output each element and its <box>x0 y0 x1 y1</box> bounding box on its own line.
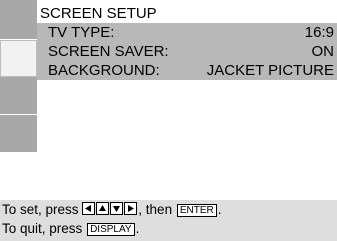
hint-set: To set, press , then ENTER. <box>2 202 222 217</box>
tab-custom-setup[interactable] <box>0 77 37 115</box>
menu-item-background[interactable]: BACKGROUND: JACKET PICTURE <box>37 61 337 80</box>
down-arrow-icon <box>110 202 124 215</box>
display-key: DISPLAY <box>87 223 135 236</box>
setup-tab-column <box>0 0 37 200</box>
hint-quit-suffix: . <box>135 221 140 236</box>
right-arrow-icon <box>124 202 138 215</box>
hint-set-suffix: . <box>217 202 222 217</box>
tab-empty <box>0 153 37 200</box>
tab-screen-setup[interactable] <box>0 40 37 77</box>
menu-item-screen-saver[interactable]: SCREEN SAVER: ON <box>37 42 337 61</box>
tab-disc-setup[interactable] <box>0 0 37 40</box>
menu-item-tv-type[interactable]: TV TYPE: 16:9 <box>37 23 337 42</box>
menu-item-value: 16:9 <box>304 24 334 41</box>
menu-item-value: ON <box>311 43 335 60</box>
hint-set-prefix: To set, press <box>2 202 79 217</box>
left-arrow-icon <box>82 202 96 215</box>
menu-item-label: SCREEN SAVER: <box>48 43 169 60</box>
tab-speaker-setup[interactable] <box>0 115 37 153</box>
hint-quit: To quit, press DISPLAY. <box>2 221 139 236</box>
menu-item-label: TV TYPE: <box>48 24 115 41</box>
menu-item-value: JACKET PICTURE <box>206 62 334 79</box>
menu-item-label: BACKGROUND: <box>48 62 160 79</box>
hint-quit-prefix: To quit, press <box>2 221 83 236</box>
help-footer: To set, press , then ENTER. To quit, pre… <box>0 200 337 241</box>
enter-key: ENTER <box>176 204 217 217</box>
setup-screen: SCREEN SETUP TV TYPE: 16:9 SCREEN SAVER:… <box>0 0 337 241</box>
up-arrow-icon <box>96 202 110 215</box>
page-title: SCREEN SETUP <box>40 5 157 22</box>
hint-set-mid: , then <box>138 202 173 217</box>
